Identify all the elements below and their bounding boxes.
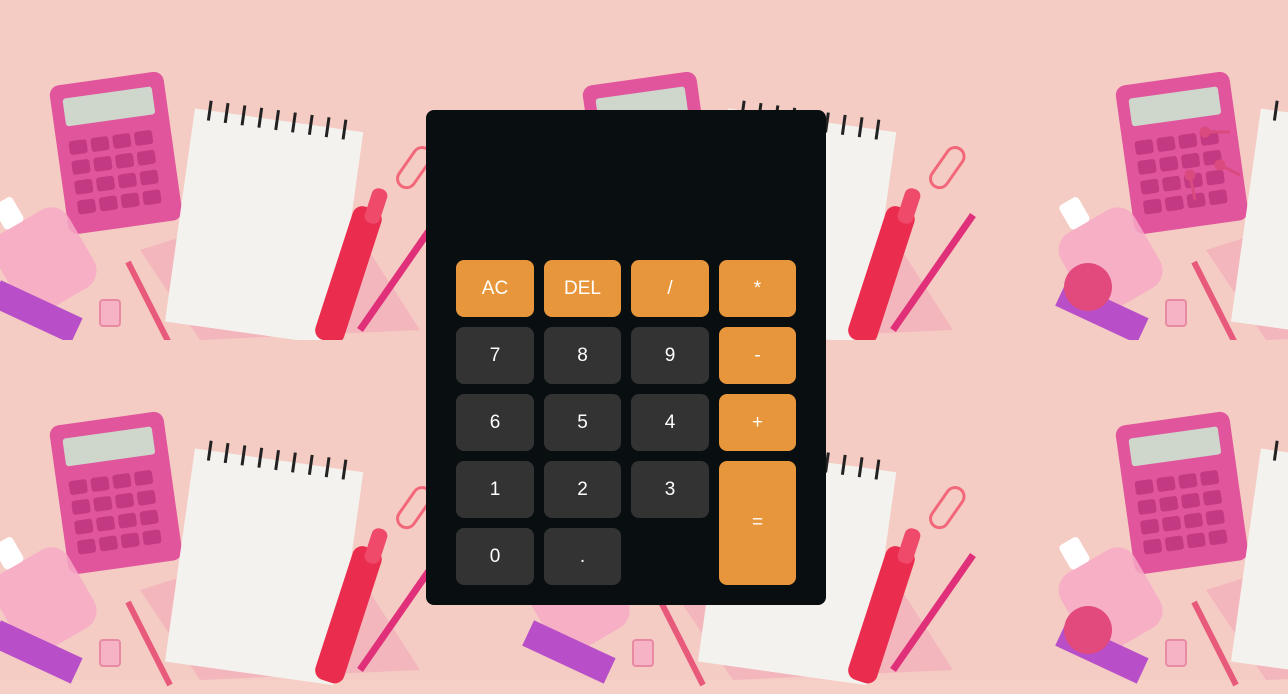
decimal-point-button[interactable]: . (544, 528, 621, 585)
digit-0-button[interactable]: 0 (456, 528, 534, 585)
all-clear-button[interactable]: AC (456, 260, 534, 317)
equals-button[interactable]: = (719, 461, 796, 585)
divide-button[interactable]: / (631, 260, 709, 317)
current-operand (456, 168, 796, 238)
minus-button[interactable]: - (719, 327, 796, 384)
multiply-button[interactable]: * (719, 260, 796, 317)
calculator: AC DEL / * 7 8 9 - 6 5 4 + 1 2 3 = 0 . (426, 110, 826, 605)
digit-5-button[interactable]: 5 (544, 394, 621, 451)
digit-6-button[interactable]: 6 (456, 394, 534, 451)
digit-4-button[interactable]: 4 (631, 394, 709, 451)
digit-3-button[interactable]: 3 (631, 461, 709, 518)
digit-2-button[interactable]: 2 (544, 461, 621, 518)
digit-8-button[interactable]: 8 (544, 327, 621, 384)
delete-button[interactable]: DEL (544, 260, 621, 317)
previous-operand (456, 128, 796, 168)
digit-9-button[interactable]: 9 (631, 327, 709, 384)
digit-7-button[interactable]: 7 (456, 327, 534, 384)
calculator-display (456, 128, 796, 248)
digit-1-button[interactable]: 1 (456, 461, 534, 518)
plus-button[interactable]: + (719, 394, 796, 451)
